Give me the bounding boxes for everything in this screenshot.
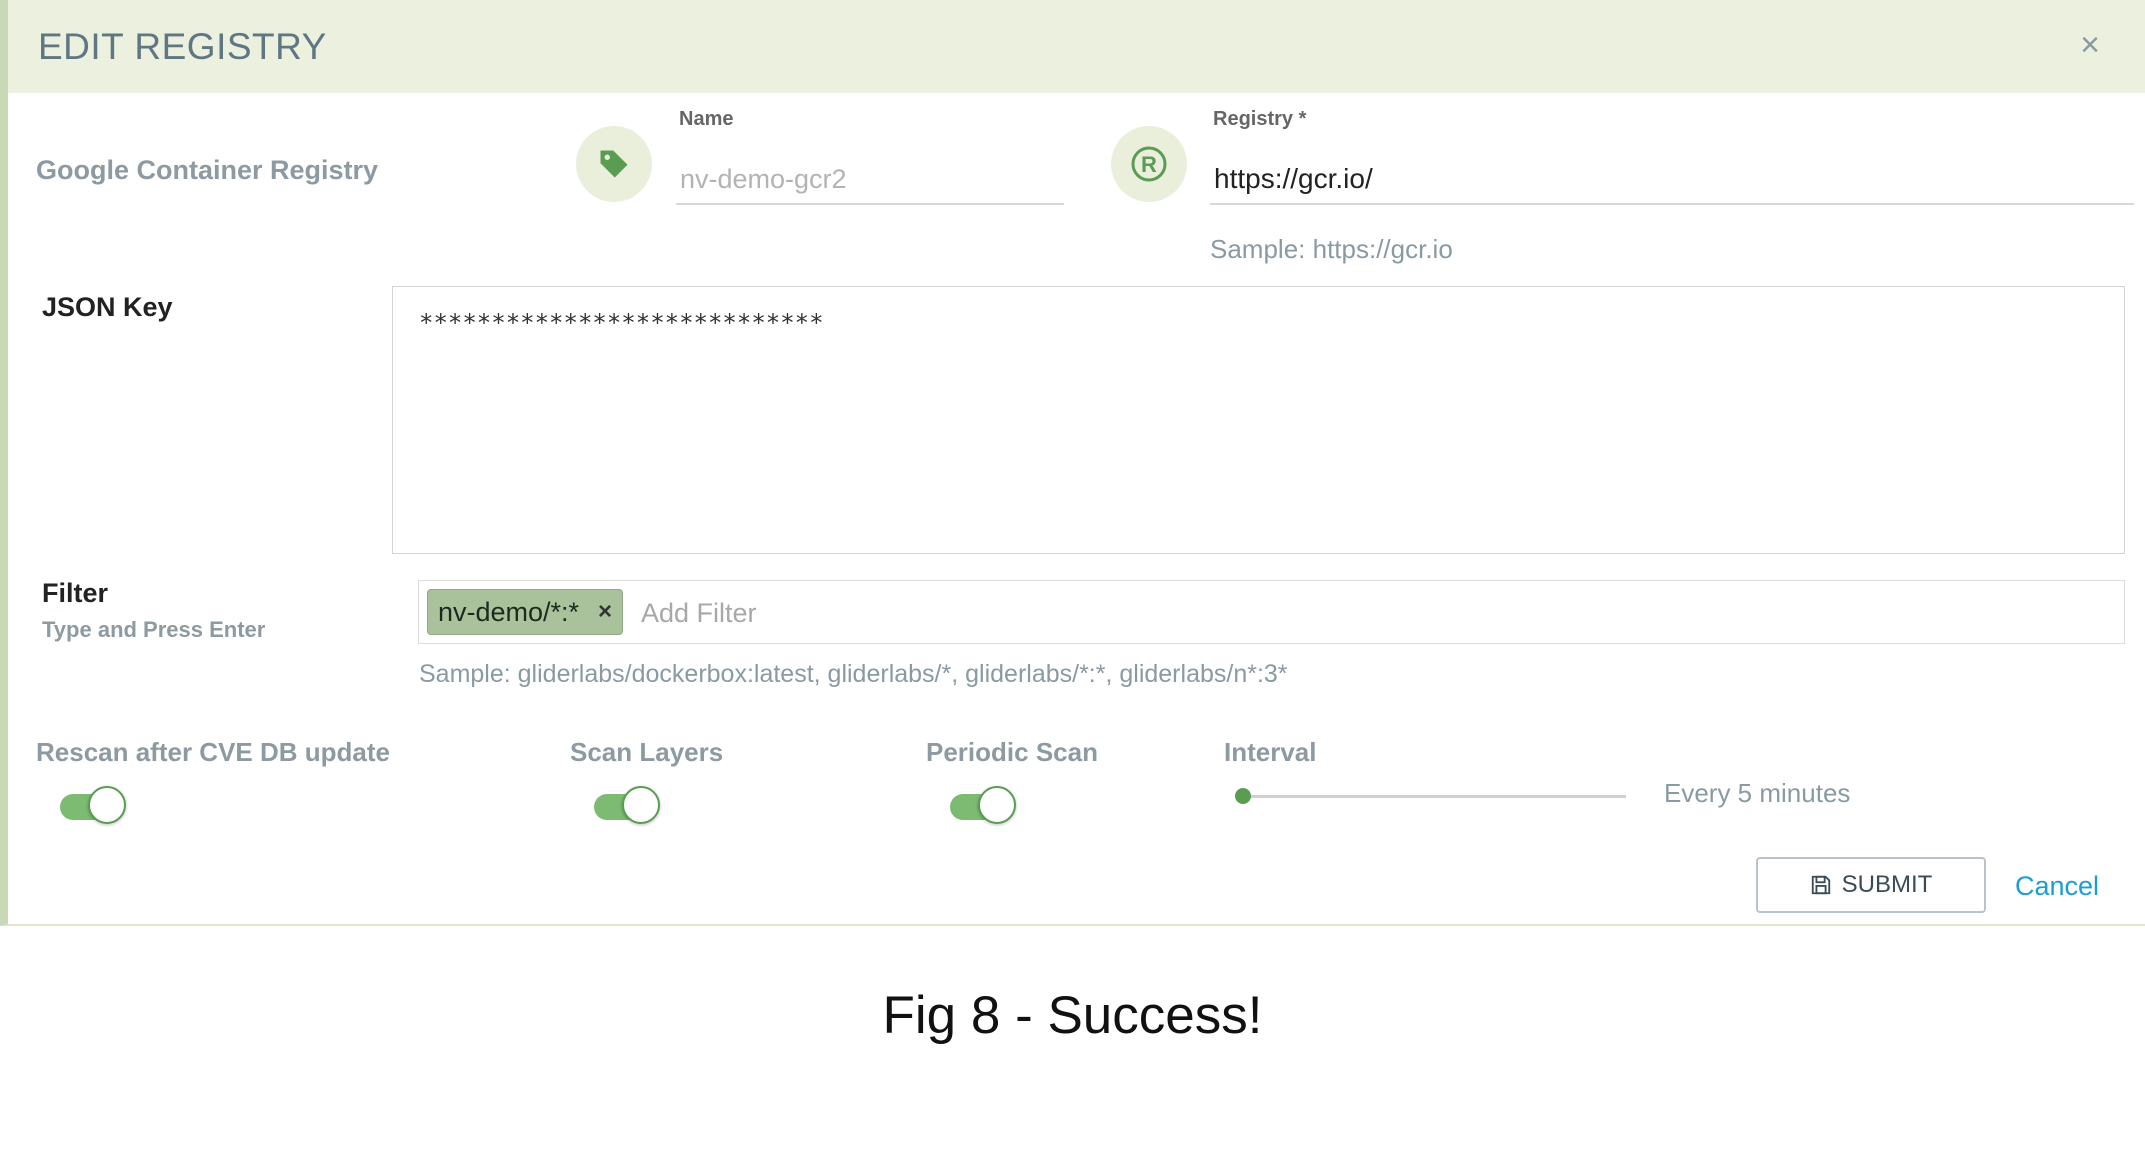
toggle-knob [622,786,660,824]
interval-slider-thumb[interactable] [1235,788,1251,804]
figure-caption: Fig 8 - Success! [882,986,1263,1045]
rescan-toggle[interactable] [58,786,126,826]
name-input[interactable] [676,155,1064,205]
filter-tag-input[interactable]: nv-demo/*:* × [418,580,2125,644]
save-icon [1811,875,1830,895]
scan-layers-label: Scan Layers [570,737,724,767]
registry-type-label: Google Container Registry [36,155,379,185]
dialog-title: EDIT REGISTRY [38,26,327,67]
rescan-label: Rescan after CVE DB update [36,737,390,767]
dialog-header: EDIT REGISTRY × [8,0,2145,93]
name-label: Name [679,108,734,130]
edit-registry-dialog: EDIT REGISTRY × Google Container Registr… [0,0,2145,926]
filter-label: Filter [42,578,109,608]
registry-input[interactable] [1210,155,2134,205]
toggle-knob [88,786,126,824]
json-key-textarea[interactable] [392,286,2125,554]
chip-remove-icon[interactable]: × [598,598,612,626]
cancel-link[interactable]: Cancel [2015,871,2099,902]
registry-label: Registry * [1213,108,1307,130]
toggle-knob [978,786,1016,824]
periodic-scan-label: Periodic Scan [926,737,1098,767]
scan-layers-toggle[interactable] [592,786,660,826]
submit-button[interactable]: SUBMIT [1756,857,1986,913]
interval-label: Interval [1224,737,1317,767]
filter-chip-label: nv-demo/*:* [438,596,580,627]
svg-text:R: R [1141,152,1157,177]
periodic-scan-toggle[interactable] [948,786,1016,826]
registry-sample: Sample: https://gcr.io [1210,234,1453,264]
filter-hint: Type and Press Enter [42,617,266,642]
filter-chip: nv-demo/*:* × [427,589,623,635]
filter-sample: Sample: gliderlabs/dockerbox:latest, gli… [419,660,1288,688]
submit-label: SUBMIT [1841,871,1933,898]
tag-icon [576,126,652,202]
json-key-label: JSON Key [42,292,173,322]
interval-slider-track[interactable] [1242,795,1626,798]
interval-value: Every 5 minutes [1664,778,1851,808]
add-filter-input[interactable] [639,591,2103,635]
registered-icon: R [1111,126,1187,202]
close-icon[interactable]: × [2075,28,2105,62]
